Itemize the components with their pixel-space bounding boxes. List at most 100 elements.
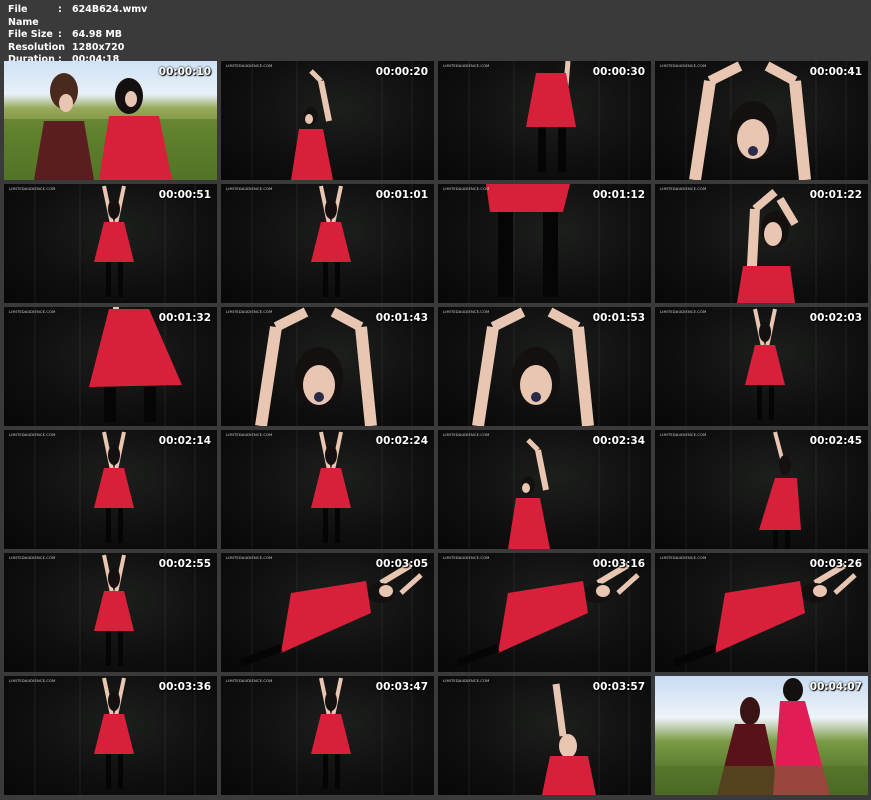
site-watermark: LIMITEDAUDIENCE.COM xyxy=(226,679,273,683)
video-thumbnail: LIMITEDAUDIENCE.COM 00:01:32 xyxy=(4,307,217,426)
thumbnail-timestamp: 00:03:47 xyxy=(375,681,428,693)
video-thumbnail: LIMITEDAUDIENCE.COM 00:00:20 xyxy=(221,61,434,180)
site-watermark: LIMITEDAUDIENCE.COM xyxy=(660,556,707,560)
thumbnail-timestamp: 00:02:45 xyxy=(809,435,862,447)
site-watermark: LIMITEDAUDIENCE.COM xyxy=(443,556,490,560)
thumbnail-timestamp: 00:00:10 xyxy=(158,66,211,78)
site-watermark: LIMITEDAUDIENCE.COM xyxy=(226,310,273,314)
thumbnail-timestamp: 00:00:41 xyxy=(809,66,862,78)
file-info-label: File Size xyxy=(8,29,53,41)
file-info-value: 624B624.wmv xyxy=(72,4,148,15)
file-info-colon: : xyxy=(58,41,62,53)
video-thumbnail: LIMITEDAUDIENCE.COM 00:02:45 xyxy=(655,430,868,549)
thumbnail-timestamp: 00:03:26 xyxy=(809,558,862,570)
site-watermark: LIMITEDAUDIENCE.COM xyxy=(443,433,490,437)
thumbnail-timestamp: 00:03:16 xyxy=(592,558,645,570)
scene-figure xyxy=(655,678,868,795)
thumbnail-timestamp: 00:00:30 xyxy=(592,66,645,78)
scene-figure xyxy=(94,677,134,789)
site-watermark: LIMITEDAUDIENCE.COM xyxy=(443,187,490,191)
site-watermark: LIMITEDAUDIENCE.COM xyxy=(443,64,490,68)
video-thumbnail: 00:04:07 xyxy=(655,676,868,795)
scene-figure xyxy=(94,185,134,297)
site-watermark: LIMITEDAUDIENCE.COM xyxy=(9,679,56,683)
site-watermark: LIMITEDAUDIENCE.COM xyxy=(226,64,273,68)
thumbnail-timestamp: 00:02:24 xyxy=(375,435,428,447)
video-thumbnail: LIMITEDAUDIENCE.COM 00:03:36 xyxy=(4,676,217,795)
site-watermark: LIMITEDAUDIENCE.COM xyxy=(660,433,707,437)
thumbnail-timestamp: 00:02:14 xyxy=(158,435,211,447)
thumbnail-timestamp: 00:02:55 xyxy=(158,558,211,570)
scene-figure xyxy=(456,562,640,667)
site-watermark: LIMITEDAUDIENCE.COM xyxy=(660,187,707,191)
video-thumbnail: LIMITEDAUDIENCE.COM 00:00:30 xyxy=(438,61,651,180)
thumbnail-timestamp: 00:01:32 xyxy=(158,312,211,324)
site-watermark: LIMITEDAUDIENCE.COM xyxy=(660,64,707,68)
thumbnail-timestamp: 00:01:53 xyxy=(592,312,645,324)
video-thumbnail: LIMITEDAUDIENCE.COM 00:03:26 xyxy=(655,553,868,672)
file-info-value: 1280x720 xyxy=(72,41,125,53)
file-info-header: File Name:624B624.wmv File Size:64.98 MB R… xyxy=(8,4,147,67)
scene-figure xyxy=(94,431,134,543)
scene-figure xyxy=(311,185,351,297)
scene-figure xyxy=(745,308,785,420)
file-info-value: 64.98 MB xyxy=(72,29,123,41)
video-thumbnail: LIMITEDAUDIENCE.COM 00:00:51 xyxy=(4,184,217,303)
thumbnail-timestamp: 00:03:57 xyxy=(592,681,645,693)
video-thumbnail: LIMITEDAUDIENCE.COM 00:02:24 xyxy=(221,430,434,549)
scene-figure xyxy=(486,184,570,297)
scene-figure xyxy=(759,431,801,549)
file-info-label: File Name xyxy=(8,4,39,28)
video-thumbnail: LIMITEDAUDIENCE.COM 00:01:53 xyxy=(438,307,651,426)
video-thumbnail: LIMITEDAUDIENCE.COM 00:03:57 xyxy=(438,676,651,795)
scene-figure xyxy=(255,307,377,426)
thumbnail-timestamp: 00:00:51 xyxy=(158,189,211,201)
thumbnail-timestamp: 00:03:05 xyxy=(375,558,428,570)
scene-figure xyxy=(291,69,333,180)
thumbnail-timestamp: 00:00:20 xyxy=(375,66,428,78)
video-thumbnail: LIMITEDAUDIENCE.COM 00:02:14 xyxy=(4,430,217,549)
site-watermark: LIMITEDAUDIENCE.COM xyxy=(226,556,273,560)
scene-figure xyxy=(311,431,351,543)
site-watermark: LIMITEDAUDIENCE.COM xyxy=(9,310,56,314)
site-watermark: LIMITEDAUDIENCE.COM xyxy=(226,433,273,437)
site-watermark: LIMITEDAUDIENCE.COM xyxy=(226,187,273,191)
thumbnail-timestamp: 00:04:07 xyxy=(809,681,862,693)
video-thumbnail: LIMITEDAUDIENCE.COM 00:00:41 xyxy=(655,61,868,180)
scene-figure xyxy=(737,188,799,303)
scene-figure xyxy=(4,73,217,180)
video-thumbnail: LIMITEDAUDIENCE.COM 00:03:05 xyxy=(221,553,434,672)
video-thumbnail: LIMITEDAUDIENCE.COM 00:03:47 xyxy=(221,676,434,795)
site-watermark: LIMITEDAUDIENCE.COM xyxy=(9,187,56,191)
video-thumbnail: LIMITEDAUDIENCE.COM 00:01:43 xyxy=(221,307,434,426)
thumbnail-timestamp: 00:01:01 xyxy=(375,189,428,201)
thumbnail-timestamp: 00:01:22 xyxy=(809,189,862,201)
video-thumbnail: LIMITEDAUDIENCE.COM 00:02:55 xyxy=(4,553,217,672)
site-watermark: LIMITEDAUDIENCE.COM xyxy=(9,433,56,437)
file-info-colon: : xyxy=(58,29,62,41)
video-thumbnail: LIMITEDAUDIENCE.COM 00:01:01 xyxy=(221,184,434,303)
video-thumbnail: LIMITEDAUDIENCE.COM 00:02:34 xyxy=(438,430,651,549)
file-info-colon: : xyxy=(58,4,62,15)
scene-figure xyxy=(311,677,351,789)
file-info-row: Resolution:1280x720 xyxy=(8,42,147,55)
video-thumbnail: LIMITEDAUDIENCE.COM 00:02:03 xyxy=(655,307,868,426)
thumbnail-timestamp: 00:02:03 xyxy=(809,312,862,324)
site-watermark: LIMITEDAUDIENCE.COM xyxy=(443,679,490,683)
scene-figure xyxy=(689,61,811,180)
scene-figure xyxy=(673,562,857,667)
video-thumbnail: LIMITEDAUDIENCE.COM 00:03:16 xyxy=(438,553,651,672)
video-thumbnail: 00:00:10 xyxy=(4,61,217,180)
site-watermark: LIMITEDAUDIENCE.COM xyxy=(660,310,707,314)
thumbnail-grid: 00:00:10 LIMITEDAUDIENCE.COM 00:00:20 LIM… xyxy=(4,61,868,796)
thumbnail-timestamp: 00:01:12 xyxy=(592,189,645,201)
site-watermark: LIMITEDAUDIENCE.COM xyxy=(443,310,490,314)
file-info-label: Resolution xyxy=(8,41,66,53)
scene-figure xyxy=(526,61,576,172)
thumbnail-timestamp: 00:01:43 xyxy=(375,312,428,324)
video-thumbnail: LIMITEDAUDIENCE.COM 00:01:12 xyxy=(438,184,651,303)
thumbnail-timestamp: 00:03:36 xyxy=(158,681,211,693)
file-info-row: File Name:624B624.wmv xyxy=(8,4,147,29)
scene-figure xyxy=(239,562,423,667)
file-info-row: File Size:64.98 MB xyxy=(8,29,147,42)
